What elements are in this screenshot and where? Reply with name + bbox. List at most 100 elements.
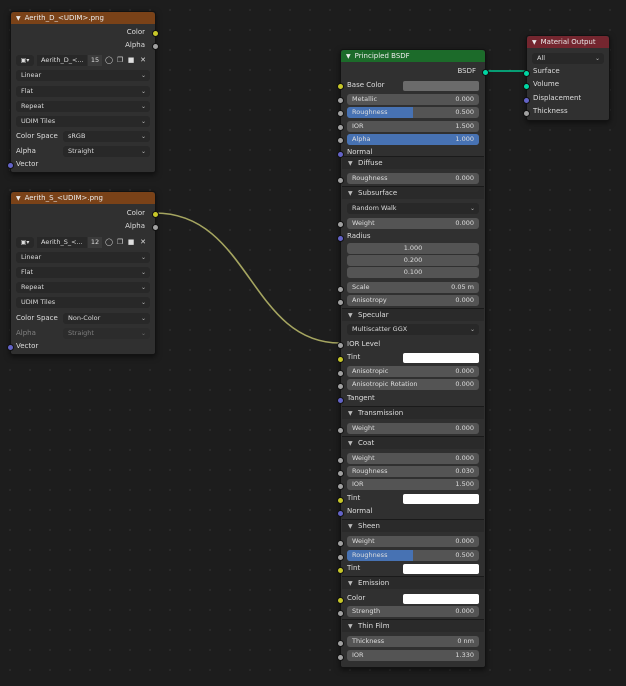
image-name-field[interactable]: Aerith_S_<... — [37, 237, 87, 248]
socket-subsurface-weight[interactable] — [337, 221, 344, 228]
socket-base-color[interactable] — [337, 83, 344, 90]
coat-tint-swatch[interactable] — [403, 494, 479, 504]
node-header[interactable]: ▼ Aerith_D_<UDIM>.png — [11, 12, 155, 24]
radius-y-field[interactable]: 0.200 — [347, 255, 479, 266]
source-dropdown[interactable]: UDIM Tiles ⌄ — [16, 297, 150, 308]
socket-sheen-roughness[interactable] — [337, 554, 344, 561]
socket-transmission-weight[interactable] — [337, 427, 344, 434]
socket-alpha-out[interactable] — [152, 224, 159, 231]
socket-thickness-in[interactable] — [523, 110, 530, 117]
panel-transmission[interactable]: ▼ Transmission — [342, 406, 484, 419]
emission-strength-field[interactable]: Strength 0.000 — [347, 606, 479, 617]
unlink-close-icon[interactable]: ✕ — [138, 55, 148, 66]
coat-weight-field[interactable]: Weight 0.000 — [347, 453, 479, 464]
socket-roughness[interactable] — [337, 110, 344, 117]
socket-thin-film-thickness[interactable] — [337, 640, 344, 647]
sheen-roughness-slider[interactable]: Roughness 0.500 — [347, 550, 479, 561]
socket-coat-tint[interactable] — [337, 497, 344, 504]
open-folder-icon[interactable]: ■ — [126, 237, 136, 248]
radius-x-field[interactable]: 1.000 — [347, 243, 479, 254]
collapse-chevron-icon[interactable]: ▼ — [532, 37, 537, 48]
unlink-close-icon[interactable]: ✕ — [138, 237, 148, 248]
duplicate-icon[interactable]: ❐ — [115, 55, 125, 66]
socket-anisotropic[interactable] — [337, 370, 344, 377]
socket-ior-level[interactable] — [337, 342, 344, 349]
panel-coat[interactable]: ▼ Coat — [342, 436, 484, 449]
extension-dropdown[interactable]: Repeat ⌄ — [16, 101, 150, 112]
socket-color-out[interactable] — [152, 30, 159, 37]
socket-tangent[interactable] — [337, 397, 344, 404]
panel-subsurface[interactable]: ▼ Subsurface — [342, 186, 484, 199]
projection-dropdown[interactable]: Flat ⌄ — [16, 86, 150, 97]
roughness-slider[interactable]: Roughness 0.500 — [347, 107, 479, 118]
socket-sheen-weight[interactable] — [337, 540, 344, 547]
socket-specular-tint[interactable] — [337, 356, 344, 363]
principled-bsdf-node[interactable]: ▼ Principled BSDF BSDF Base Color Metalli… — [337, 49, 489, 668]
socket-displacement-in[interactable] — [523, 97, 530, 104]
image-name-field[interactable]: Aerith_D_<... — [37, 55, 87, 66]
socket-alpha[interactable] — [337, 137, 344, 144]
socket-emission-color[interactable] — [337, 597, 344, 604]
panel-diffuse[interactable]: ▼ Diffuse — [342, 156, 484, 169]
panel-specular[interactable]: ▼ Specular — [342, 308, 484, 321]
socket-ior[interactable] — [337, 124, 344, 131]
source-dropdown[interactable]: UDIM Tiles ⌄ — [16, 116, 150, 127]
node-header[interactable]: ▼ Aerith_S_<UDIM>.png — [11, 192, 155, 204]
socket-volume-in[interactable] — [523, 83, 530, 90]
panel-thin-film[interactable]: ▼ Thin Film — [342, 619, 484, 632]
socket-vector-in[interactable] — [7, 162, 14, 169]
transmission-weight-field[interactable]: Weight 0.000 — [347, 423, 479, 434]
fake-user-shield-icon[interactable]: ◯ — [104, 55, 114, 66]
base-color-swatch[interactable] — [403, 81, 479, 91]
distribution-dropdown[interactable]: Multiscatter GGX ⌄ — [347, 324, 479, 335]
socket-coat-weight[interactable] — [337, 457, 344, 464]
anisotropic-rotation-field[interactable]: Anisotropic Rotation 0.000 — [347, 379, 479, 390]
socket-sheen-tint[interactable] — [337, 567, 344, 574]
colorspace-dropdown[interactable]: sRGB ⌄ — [63, 131, 150, 142]
node-header[interactable]: ▼ Principled BSDF — [341, 50, 485, 62]
open-folder-icon[interactable]: ■ — [126, 55, 136, 66]
socket-coat-ior[interactable] — [337, 483, 344, 490]
extension-dropdown[interactable]: Repeat ⌄ — [16, 282, 150, 293]
colorspace-dropdown[interactable]: Non-Color ⌄ — [63, 313, 150, 324]
socket-color-out[interactable] — [152, 211, 159, 218]
specular-tint-swatch[interactable] — [403, 353, 479, 363]
image-browse-icon[interactable]: ▣▾ — [16, 237, 34, 248]
socket-vector-in[interactable] — [7, 344, 14, 351]
subsurface-weight-field[interactable]: Weight 0.000 — [347, 218, 479, 229]
socket-bsdf-out[interactable] — [482, 69, 489, 76]
interpolation-dropdown[interactable]: Linear ⌄ — [16, 70, 150, 81]
socket-thin-film-ior[interactable] — [337, 654, 344, 661]
target-dropdown[interactable]: All ⌄ — [532, 53, 604, 64]
node-header[interactable]: ▼ Material Output — [527, 36, 609, 48]
sheen-weight-field[interactable]: Weight 0.000 — [347, 536, 479, 547]
panel-emission[interactable]: ▼ Emission — [342, 576, 484, 589]
socket-coat-normal[interactable] — [337, 510, 344, 517]
coat-ior-field[interactable]: IOR 1.500 — [347, 479, 479, 490]
sheen-tint-swatch[interactable] — [403, 564, 479, 574]
alpha-mode-dropdown[interactable]: Straight ⌄ — [63, 146, 150, 157]
socket-subsurface-anisotropy[interactable] — [337, 299, 344, 306]
socket-metallic[interactable] — [337, 97, 344, 104]
ior-field[interactable]: IOR 1.500 — [347, 121, 479, 132]
panel-sheen[interactable]: ▼ Sheen — [342, 519, 484, 532]
subsurface-scale-field[interactable]: Scale 0.05 m — [347, 282, 479, 293]
thin-film-ior-field[interactable]: IOR 1.330 — [347, 650, 479, 661]
diffuse-roughness-field[interactable]: Roughness 0.000 — [347, 173, 479, 184]
anisotropic-field[interactable]: Anisotropic 0.000 — [347, 366, 479, 377]
material-output-node[interactable]: ▼ Material Output All ⌄ Surface Volume Dis… — [523, 35, 610, 121]
image-texture-node-diffuse[interactable]: ▼ Aerith_D_<UDIM>.png Color Alpha ▣▾ Aeri… — [7, 11, 159, 173]
socket-subsurface-radius[interactable] — [337, 235, 344, 242]
socket-coat-roughness[interactable] — [337, 470, 344, 477]
radius-z-field[interactable]: 0.100 — [347, 267, 479, 278]
socket-diffuse-roughness[interactable] — [337, 177, 344, 184]
image-texture-node-specular[interactable]: ▼ Aerith_S_<UDIM>.png Color Alpha ▣▾ Aeri… — [7, 191, 159, 355]
projection-dropdown[interactable]: Flat ⌄ — [16, 267, 150, 278]
coat-roughness-field[interactable]: Roughness 0.030 — [347, 466, 479, 477]
subsurface-method-dropdown[interactable]: Random Walk ⌄ — [347, 203, 479, 214]
alpha-slider[interactable]: Alpha 1.000 — [347, 134, 479, 145]
duplicate-icon[interactable]: ❐ — [115, 237, 125, 248]
thin-film-thickness-field[interactable]: Thickness 0 nm — [347, 636, 479, 647]
socket-emission-strength[interactable] — [337, 610, 344, 617]
socket-anisotropic-rotation[interactable] — [337, 383, 344, 390]
